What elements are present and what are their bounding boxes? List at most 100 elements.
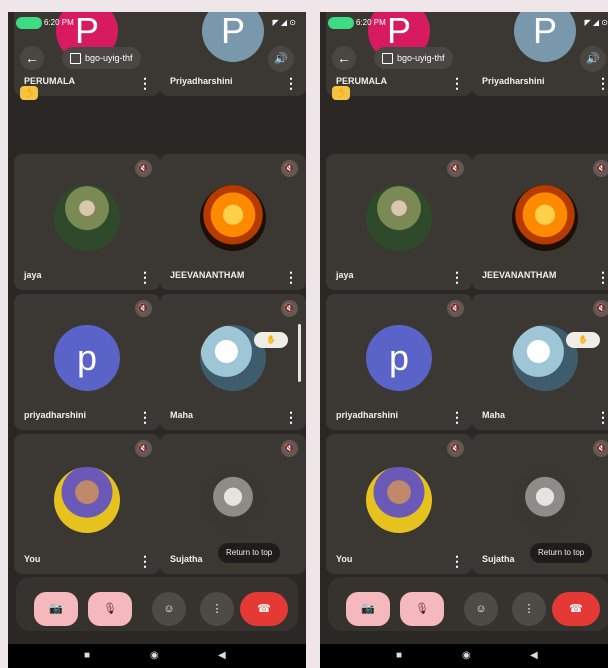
participant-menu-icon[interactable]: ⋮ — [596, 270, 608, 284]
participant-tile[interactable]: jaya ⋮ 🔇 — [14, 154, 160, 290]
participant-avatar — [366, 467, 432, 534]
reactions-button[interactable]: ☺ — [464, 592, 498, 626]
participant-name: Sujatha — [482, 554, 515, 564]
participant-name: PERUMALA — [336, 76, 387, 86]
raised-hand-icon: ✋ — [332, 86, 350, 100]
call-indicator-pill — [16, 17, 42, 29]
participant-menu-icon[interactable]: ⋮ — [450, 554, 464, 568]
participant-menu-icon[interactable]: ⋮ — [138, 410, 152, 424]
participant-avatar — [512, 185, 578, 252]
participant-menu-icon[interactable]: ⋮ — [450, 270, 464, 284]
status-icons: ◤ ◢ ⊙ — [272, 18, 296, 27]
participant-tile[interactable]: JEEVANANTHAM ⋮ 🔇 — [160, 154, 306, 290]
mic-muted-icon: 🔇 — [135, 440, 152, 457]
participant-menu-icon[interactable]: ⋮ — [596, 410, 608, 424]
more-options-button[interactable]: ⋮ — [512, 592, 546, 626]
phone-screen-right: P PERUMALA ⋮ P Priyadharshini ⋮ jaya ⋮ 🔇 JEEVANAN… — [320, 12, 608, 668]
mic-off-button[interactable]: 🎙 — [400, 592, 444, 626]
system-nav-bar: ■ ◉ ◀ — [320, 644, 608, 668]
return-to-top-button[interactable]: Return to top — [218, 543, 281, 563]
return-to-top-button[interactable]: Return to top — [530, 543, 593, 563]
participant-avatar — [366, 185, 432, 252]
participant-name: You — [336, 554, 353, 564]
participant-menu-icon[interactable]: ⋮ — [596, 76, 608, 90]
speaker-icon[interactable]: 🔊 — [580, 46, 606, 72]
recents-icon[interactable]: ■ — [84, 650, 90, 661]
mic-muted-icon: 🔇 — [447, 300, 464, 317]
meeting-code: bgo-uyig-thf — [397, 53, 445, 63]
participant-tile[interactable]: JEEVANANTHAM ⋮ 🔇 — [472, 154, 608, 290]
participant-avatar: p — [366, 325, 432, 392]
status-bar: 6:20 PM ◤ ◢ ⊙ — [320, 12, 608, 34]
home-icon[interactable]: ◉ — [150, 650, 159, 661]
end-call-button[interactable]: ☎ — [552, 592, 600, 626]
home-icon[interactable]: ◉ — [462, 650, 471, 661]
mic-muted-icon: 🔇 — [593, 440, 608, 457]
participant-menu-icon[interactable]: ⋮ — [450, 410, 464, 424]
calendar-icon — [382, 53, 393, 65]
system-nav-bar: ■ ◉ ◀ — [8, 644, 306, 668]
mic-muted-icon: 🔇 — [593, 160, 608, 177]
status-time: 6:20 PM — [44, 18, 74, 27]
call-controls-bar: 📷 🎙 ☺ ⋮ ☎ — [16, 577, 298, 631]
participant-avatar: p — [54, 325, 120, 392]
reaction-chip: ✋ — [254, 332, 288, 348]
participant-name: You — [24, 554, 41, 564]
meeting-code-chip[interactable]: bgo-uyig-thf — [374, 47, 453, 69]
end-call-button[interactable]: ☎ — [240, 592, 288, 626]
status-icons: ◤ ◢ ⊙ — [584, 18, 608, 27]
participant-tile[interactable]: You ⋮ 🔇 — [326, 434, 472, 574]
system-back-icon[interactable]: ◀ — [218, 650, 226, 661]
back-icon[interactable]: ← — [332, 46, 356, 70]
participant-name: Sujatha — [170, 554, 203, 564]
camera-off-button[interactable]: 📷 — [34, 592, 78, 626]
participant-name: Priyadharshini — [170, 76, 233, 86]
participant-menu-icon[interactable]: ⋮ — [138, 270, 152, 284]
more-options-button[interactable]: ⋮ — [200, 592, 234, 626]
camera-off-button[interactable]: 📷 — [346, 592, 390, 626]
mic-muted-icon: 🔇 — [135, 160, 152, 177]
participant-menu-icon[interactable]: ⋮ — [138, 554, 152, 568]
phone-screen-left: P PERUMALA ⋮ P Priyadharshini ⋮ jaya ⋮ 🔇 JEEVANAN… — [8, 12, 306, 668]
participant-tile[interactable]: You ⋮ 🔇 — [14, 434, 160, 574]
participant-menu-icon[interactable]: ⋮ — [284, 410, 298, 424]
participant-menu-icon[interactable]: ⋮ — [138, 76, 152, 90]
mic-muted-icon: 🔇 — [281, 440, 298, 457]
back-icon[interactable]: ← — [20, 46, 44, 70]
reactions-button[interactable]: ☺ — [152, 592, 186, 626]
participant-tile[interactable]: jaya ⋮ 🔇 — [326, 154, 472, 290]
meeting-code-chip[interactable]: bgo-uyig-thf — [62, 47, 141, 69]
speaker-icon[interactable]: 🔊 — [268, 46, 294, 72]
status-bar: 6:20 PM ◤ ◢ ⊙ — [8, 12, 306, 34]
participant-name: Maha — [170, 410, 194, 420]
participant-name: Priyadharshini — [482, 76, 545, 86]
participant-avatar — [200, 185, 266, 252]
call-indicator-pill — [328, 17, 354, 29]
participant-tile[interactable]: p priyadharshini ⋮ 🔇 — [326, 294, 472, 430]
calendar-icon — [70, 53, 81, 65]
participant-name: JEEVANANTHAM — [170, 270, 245, 280]
mic-muted-icon: 🔇 — [135, 300, 152, 317]
recents-icon[interactable]: ■ — [396, 650, 402, 661]
mic-off-button[interactable]: 🎙 — [88, 592, 132, 626]
call-controls-bar: 📷 🎙 ☺ ⋮ ☎ — [328, 577, 608, 631]
mic-muted-icon: 🔇 — [447, 160, 464, 177]
mic-muted-icon: 🔇 — [281, 300, 298, 317]
participant-name: priyadharshini — [24, 410, 87, 420]
participant-name: JEEVANANTHAM — [482, 270, 557, 280]
participant-menu-icon[interactable]: ⋮ — [284, 270, 298, 284]
status-time: 6:20 PM — [356, 18, 386, 27]
system-back-icon[interactable]: ◀ — [530, 650, 538, 661]
participant-tile[interactable]: p priyadharshini ⋮ 🔇 — [14, 294, 160, 430]
participant-tile[interactable]: Maha ⋮ 🔇 — [472, 294, 608, 430]
mic-muted-icon: 🔇 — [593, 300, 608, 317]
mic-muted-icon: 🔇 — [281, 160, 298, 177]
participant-avatar — [512, 467, 578, 534]
participant-menu-icon[interactable]: ⋮ — [450, 76, 464, 90]
meeting-code: bgo-uyig-thf — [85, 53, 133, 63]
raised-hand-icon: ✋ — [20, 86, 38, 100]
scrollbar[interactable] — [298, 324, 301, 382]
participant-tile[interactable]: Maha ⋮ 🔇 — [160, 294, 306, 430]
participant-menu-icon[interactable]: ⋮ — [284, 76, 298, 90]
participant-name: PERUMALA — [24, 76, 75, 86]
